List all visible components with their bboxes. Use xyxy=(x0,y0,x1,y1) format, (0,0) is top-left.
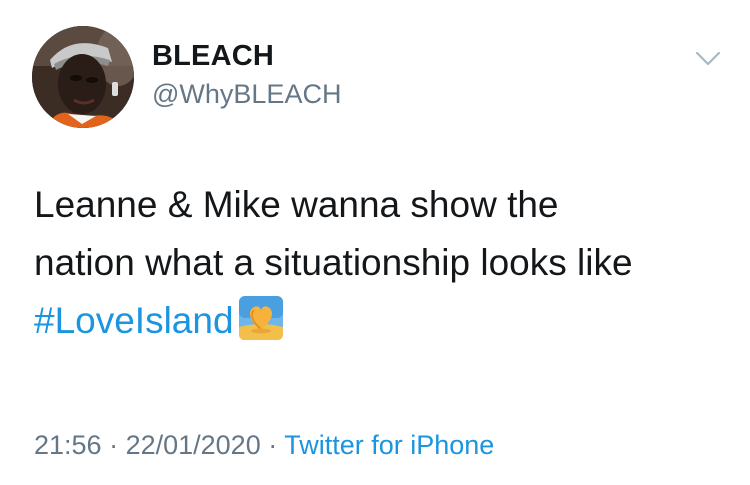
display-name[interactable]: BLEACH xyxy=(152,40,274,73)
meta-separator: · xyxy=(260,430,285,460)
meta-separator: · xyxy=(101,430,126,460)
heart-island-emoji-icon xyxy=(238,295,284,341)
tweet-meta: 21:56 · 22/01/2020 · Twitter for iPhone xyxy=(34,430,494,461)
user-handle[interactable]: @WhyBLEACH xyxy=(152,79,341,110)
tweet-time: 21:56 xyxy=(34,430,102,460)
tweet-text: Leanne & Mike wanna show the nation what… xyxy=(34,176,734,350)
avatar[interactable] xyxy=(32,26,134,128)
tweet-text-line: Leanne & Mike wanna show the xyxy=(34,184,559,225)
hashtag-link[interactable]: #LoveIsland xyxy=(34,300,234,341)
tweet-text-line: nation what a situationship looks like xyxy=(34,242,633,283)
chevron-down-icon[interactable] xyxy=(694,48,722,70)
avatar-photo xyxy=(32,26,134,128)
tweet-date[interactable]: 22/01/2020 xyxy=(126,430,261,460)
hashtag-line: #LoveIsland xyxy=(34,292,734,350)
tweet-source-link[interactable]: Twitter for iPhone xyxy=(284,430,494,460)
tweet-card: BLEACH @WhyBLEACH Leanne & Mike wanna sh… xyxy=(0,0,750,485)
